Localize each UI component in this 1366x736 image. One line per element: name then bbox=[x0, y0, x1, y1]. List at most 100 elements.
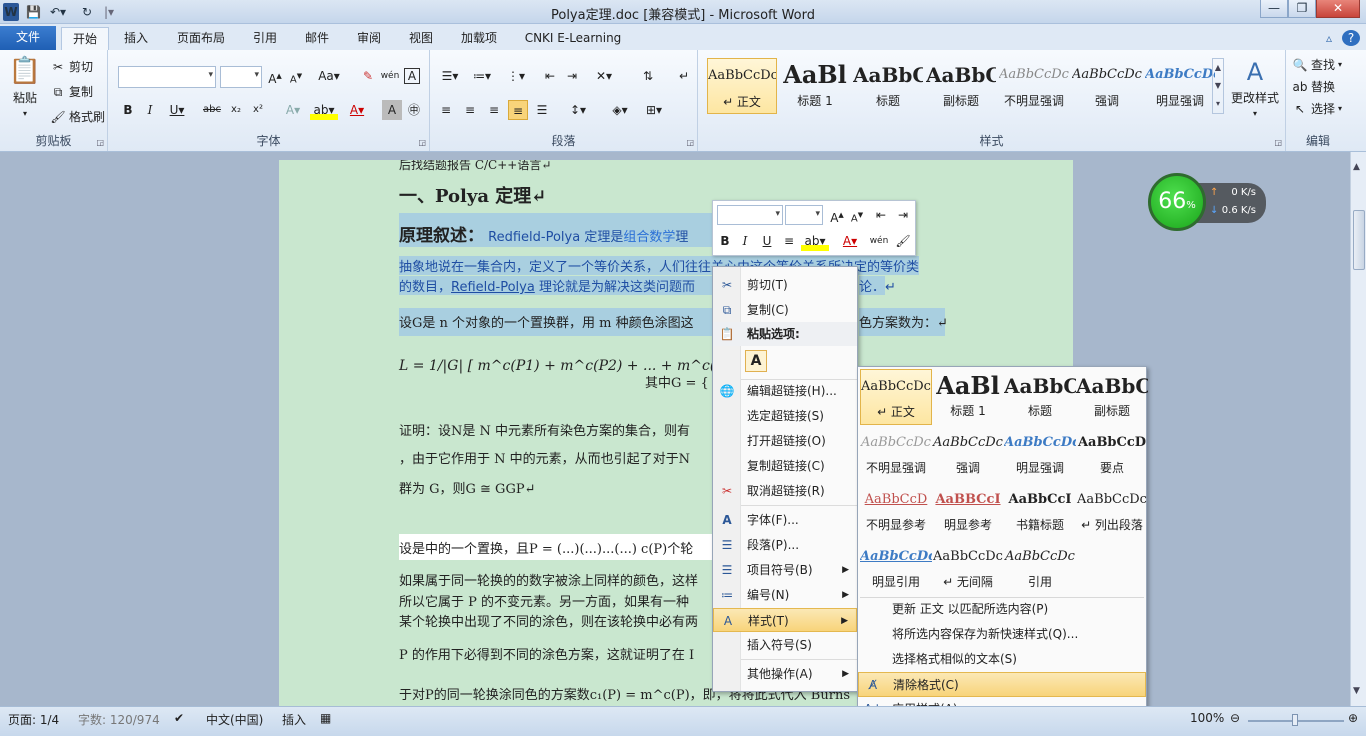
style-intense-reference[interactable]: AaBBCcI 明显参考 bbox=[932, 483, 1004, 539]
style-list-paragraph[interactable]: AaBbCcDc ↵ 列出段落 bbox=[1076, 483, 1148, 539]
align-right-icon[interactable]: ≡ bbox=[484, 100, 504, 120]
format-painter-button[interactable]: 🖌 格式刷 bbox=[50, 108, 105, 125]
menu-cut[interactable]: ✂ 剪切(T) bbox=[713, 273, 857, 297]
style-title[interactable]: AaBbC 标题 bbox=[853, 58, 923, 114]
subscript-icon[interactable]: x₂ bbox=[226, 100, 246, 120]
tab-cnki[interactable]: CNKI E-Learning bbox=[520, 27, 626, 50]
menu-select-hyperlink[interactable]: 选定超链接(S) bbox=[713, 404, 857, 428]
close-button[interactable]: ✕ bbox=[1316, 0, 1360, 18]
style-intense-emphasis[interactable]: AaBbCcDc 明显强调 bbox=[1145, 58, 1215, 114]
dialog-launcher-icon[interactable]: ◲ bbox=[418, 138, 426, 147]
align-center-icon[interactable]: ≡ bbox=[460, 100, 480, 120]
menu-open-hyperlink[interactable]: 打开超链接(O) bbox=[713, 429, 857, 453]
dialog-launcher-icon[interactable]: ◲ bbox=[686, 138, 694, 147]
link-refield-polya[interactable]: Refield-Polya bbox=[451, 280, 535, 295]
menu-copy-hyperlink[interactable]: 复制超链接(C) bbox=[713, 454, 857, 478]
menu-font[interactable]: A 字体(F)... bbox=[713, 508, 857, 532]
word-count[interactable]: 字数: 120/974 bbox=[78, 711, 160, 728]
italic-icon[interactable]: I bbox=[140, 100, 160, 120]
scroll-up-icon[interactable]: ▲ bbox=[1353, 162, 1360, 172]
vertical-scrollbar[interactable]: ▲ ▼ bbox=[1350, 152, 1366, 706]
sort-icon[interactable]: ⇅ bbox=[638, 66, 658, 86]
menu-other-actions[interactable]: 其他操作(A) ▶ bbox=[713, 662, 857, 686]
borders-icon[interactable]: ⊞▾ bbox=[640, 100, 668, 120]
decrease-indent-icon[interactable]: ⇤ bbox=[871, 205, 891, 225]
paste-keep-text-icon[interactable]: A bbox=[745, 350, 767, 372]
zoom-out-icon[interactable]: ⊖ bbox=[1230, 711, 1240, 725]
shading-icon[interactable]: ◈▾ bbox=[606, 100, 634, 120]
menu-copy[interactable]: ⧉ 复制(C) bbox=[713, 298, 857, 322]
menu-edit-hyperlink[interactable]: 🌐 编辑超链接(H)... bbox=[713, 379, 857, 403]
style-quote[interactable]: AaBbCcDc 引用 bbox=[1004, 540, 1076, 596]
chinese-layout-icon[interactable]: ✕▾ bbox=[590, 66, 618, 86]
style-intense-emphasis[interactable]: AaBbCcDc 明显强调 bbox=[1004, 426, 1076, 482]
brush-icon[interactable]: 🖌 bbox=[893, 231, 913, 251]
increase-indent-icon[interactable]: ⇥ bbox=[562, 66, 582, 86]
align-left-icon[interactable]: ≡ bbox=[436, 100, 456, 120]
tab-addins[interactable]: 加载项 bbox=[454, 27, 504, 50]
tab-home[interactable]: 开始 bbox=[61, 27, 109, 50]
increase-indent-icon[interactable]: ⇥ bbox=[893, 205, 913, 225]
multilevel-list-icon[interactable]: ⋮▾ bbox=[502, 66, 530, 86]
mini-underline-icon[interactable]: U bbox=[757, 231, 777, 251]
style-title[interactable]: AaBbC 标题 bbox=[1004, 369, 1076, 425]
minimize-ribbon-icon[interactable]: ▵ bbox=[1320, 27, 1338, 50]
character-border-icon[interactable]: A bbox=[404, 68, 420, 84]
numbering-icon[interactable]: ≔▾ bbox=[468, 66, 496, 86]
paste-button[interactable]: 📋 粘贴 ▾ bbox=[8, 56, 42, 118]
font-color-icon[interactable]: A▾ bbox=[837, 231, 863, 251]
phonetic-guide-icon[interactable]: wén bbox=[869, 231, 889, 251]
menu-select-similar[interactable]: 选择格式相似的文本(S) bbox=[858, 647, 1146, 672]
replace-button[interactable]: ab 替换 bbox=[1292, 78, 1336, 95]
style-book-title[interactable]: AaBbCcI 书籍标题 bbox=[1004, 483, 1076, 539]
strikethrough-icon[interactable]: abc bbox=[200, 100, 224, 120]
style-heading-1[interactable]: AaBl 标题 1 bbox=[932, 369, 1004, 425]
style-subtle-reference[interactable]: AaBbCcD 不明显参考 bbox=[860, 483, 932, 539]
bullets-icon[interactable]: ☰▾ bbox=[436, 66, 464, 86]
tab-page-layout[interactable]: 页面布局 bbox=[170, 27, 232, 50]
cut-button[interactable]: ✂ 剪切 bbox=[50, 58, 93, 75]
line-spacing-icon[interactable]: ↕▾ bbox=[564, 100, 592, 120]
style-intense-quote[interactable]: AaBbCcDc 明显引用 bbox=[860, 540, 932, 596]
shrink-font-icon[interactable]: A▼ bbox=[286, 66, 306, 86]
find-button[interactable]: 🔍 查找 ▾ bbox=[1292, 56, 1343, 73]
menu-update-normal[interactable]: 更新 正文 以匹配所选内容(P) bbox=[858, 597, 1146, 622]
mini-bold-icon[interactable]: B bbox=[715, 231, 735, 251]
grow-font-icon[interactable]: A▲ bbox=[265, 66, 285, 86]
menu-save-quick-style[interactable]: 将所选内容保存为新快速样式(Q)... bbox=[858, 622, 1146, 647]
menu-numbering[interactable]: ≔ 编号(N) ▶ bbox=[713, 583, 857, 607]
tab-view[interactable]: 视图 bbox=[402, 27, 440, 50]
scroll-down-icon[interactable]: ▼ bbox=[1353, 686, 1360, 696]
tab-references[interactable]: 引用 bbox=[246, 27, 284, 50]
zoom-in-icon[interactable]: ⊕ bbox=[1348, 711, 1358, 725]
menu-insert-symbol[interactable]: 插入符号(S) bbox=[713, 633, 857, 657]
text-effects-icon[interactable]: A▾ bbox=[280, 100, 306, 120]
scroll-thumb[interactable] bbox=[1353, 210, 1365, 270]
character-shading-icon[interactable]: A bbox=[382, 100, 402, 120]
change-case-icon[interactable]: Aa▾ bbox=[316, 66, 342, 86]
menu-bullets[interactable]: ☰ 项目符号(B) ▶ bbox=[713, 558, 857, 582]
minimize-button[interactable]: — bbox=[1260, 0, 1288, 18]
language-indicator[interactable]: 中文(中国) bbox=[206, 711, 263, 728]
distributed-icon[interactable]: ☰ bbox=[532, 100, 552, 120]
style-emphasis[interactable]: AaBbCcDc 强调 bbox=[932, 426, 1004, 482]
grow-font-icon[interactable]: A▲ bbox=[827, 205, 847, 225]
underline-icon[interactable]: U▾ bbox=[164, 100, 190, 120]
proofing-icon[interactable]: ✔ bbox=[174, 711, 184, 725]
mini-italic-icon[interactable]: I bbox=[735, 231, 755, 251]
copy-button[interactable]: ⧉ 复制 bbox=[50, 83, 93, 100]
mini-size-combo[interactable] bbox=[785, 205, 823, 225]
center-icon[interactable]: ≡ bbox=[779, 231, 799, 251]
style-emphasis[interactable]: AaBbCcDc 强调 bbox=[1072, 58, 1142, 114]
style-subtitle[interactable]: AaBbC 副标题 bbox=[926, 58, 996, 114]
zoom-level[interactable]: 100% bbox=[1190, 711, 1224, 725]
link-combinatorics[interactable]: 组合数学 bbox=[623, 230, 675, 245]
tab-review[interactable]: 审阅 bbox=[350, 27, 388, 50]
bold-icon[interactable]: B bbox=[118, 100, 138, 120]
phonetic-guide-icon[interactable]: wén bbox=[380, 66, 400, 86]
show-marks-icon[interactable]: ↵ bbox=[674, 66, 694, 86]
help-icon[interactable]: ? bbox=[1342, 30, 1360, 46]
zoom-slider-thumb[interactable] bbox=[1292, 714, 1298, 726]
insert-mode[interactable]: 插入 bbox=[282, 711, 306, 728]
style-subtitle[interactable]: AaBbC 副标题 bbox=[1076, 369, 1148, 425]
